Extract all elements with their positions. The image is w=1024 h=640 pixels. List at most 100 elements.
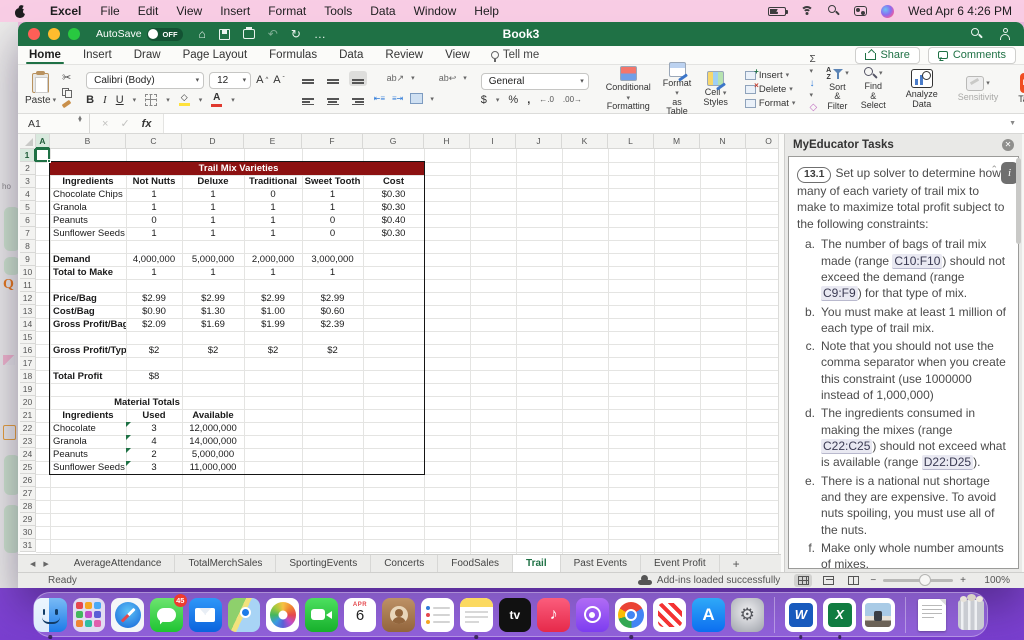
dock-launchpad-icon[interactable] (73, 598, 106, 632)
cell-F5[interactable]: 1 (302, 201, 363, 214)
align-top-button[interactable] (299, 71, 317, 86)
analyze-data-button[interactable]: AnalyzeData (903, 69, 941, 109)
column-header-O[interactable]: O (746, 134, 778, 149)
home-icon[interactable]: ⌂ (199, 27, 206, 41)
dock-reminders-icon[interactable] (421, 598, 454, 632)
cell-E10[interactable]: 1 (244, 266, 302, 279)
row-header-9[interactable]: 9 (20, 253, 36, 266)
paste-button[interactable]: Paste▾ (25, 73, 56, 106)
cell-B12[interactable]: Price/Bag (50, 292, 126, 305)
cell-E9[interactable]: 2,000,000 (244, 253, 302, 266)
cell-B6[interactable]: Peanuts (50, 214, 126, 227)
row-header-30[interactable]: 30 (20, 526, 36, 539)
sheet-tab-averageattendance[interactable]: AverageAttendance (61, 555, 176, 572)
range-reference[interactable]: D22:D25 (922, 455, 973, 470)
cell-C3[interactable]: Not Nutts (126, 175, 182, 188)
row-header-27[interactable]: 27 (20, 487, 36, 500)
selected-cell-A1[interactable] (35, 148, 50, 162)
fill-handle[interactable] (47, 159, 51, 163)
redo-icon[interactable]: ↻ (291, 27, 301, 41)
cell-C5[interactable]: 1 (126, 201, 182, 214)
cell-D3[interactable]: Deluxe (182, 175, 244, 188)
ribbon-tab-page-layout[interactable]: Page Layout (172, 46, 259, 64)
cell-D14[interactable]: $1.69 (182, 318, 244, 331)
ribbon-tab-formulas[interactable]: Formulas (258, 46, 328, 64)
cell-B14[interactable]: Gross Profit/Bag (50, 318, 126, 331)
row-header-31[interactable]: 31 (20, 539, 36, 552)
align-middle-button[interactable] (324, 71, 342, 86)
sheet-tab-event-profit[interactable]: Event Profit (641, 555, 720, 572)
cell-E13[interactable]: $1.00 (244, 305, 302, 318)
ribbon-tab-view[interactable]: View (434, 46, 481, 64)
row-header-16[interactable]: 16 (20, 344, 36, 357)
cell-C25[interactable]: 3 (126, 461, 182, 474)
menu-item-edit[interactable]: Edit (129, 4, 168, 18)
cell-E6[interactable]: 1 (244, 214, 302, 227)
borders-button[interactable] (145, 94, 157, 106)
prev-sheet-icon[interactable]: ◀ (30, 560, 35, 568)
row-header-5[interactable]: 5 (20, 201, 36, 214)
column-header-C[interactable]: C (126, 134, 182, 149)
row-header-14[interactable]: 14 (20, 318, 36, 331)
cell-E3[interactable]: Traditional (244, 175, 302, 188)
menu-item-excel[interactable]: Excel (40, 4, 91, 18)
cell-B24[interactable]: Peanuts (50, 448, 126, 461)
cell-F9[interactable]: 3,000,000 (302, 253, 363, 266)
increase-font-button[interactable]: A^ (256, 74, 268, 86)
increase-indent-button[interactable]: ≡⇥ (392, 94, 403, 103)
cell-F16[interactable]: $2 (302, 344, 363, 357)
name-box-stepper[interactable]: ▲▼ (77, 117, 83, 124)
row-header-29[interactable]: 29 (20, 513, 36, 526)
column-header-G[interactable]: G (363, 134, 424, 149)
range-reference[interactable]: C10:F10 (892, 254, 942, 269)
page-break-view-button[interactable] (844, 574, 862, 587)
cell-B18[interactable]: Total Profit (50, 370, 126, 383)
row-header-12[interactable]: 12 (20, 292, 36, 305)
cell-D9[interactable]: 5,000,000 (182, 253, 244, 266)
dock-facetime-icon[interactable] (305, 598, 338, 632)
align-right-button[interactable] (349, 90, 367, 108)
format-as-table-button[interactable]: Format ▾as Table (660, 62, 695, 117)
cell-styles-button[interactable]: Cell ▾Styles (700, 71, 731, 107)
font-name-select[interactable]: Calibri (Body) (86, 72, 204, 89)
cell-D10[interactable]: 1 (182, 266, 244, 279)
range-reference[interactable]: C22:C25 (821, 439, 872, 454)
dock-contacts-icon[interactable] (382, 598, 415, 632)
row-header-7[interactable]: 7 (20, 227, 36, 240)
row-header-26[interactable]: 26 (20, 474, 36, 487)
cell-F4[interactable]: 1 (302, 188, 363, 201)
italic-button[interactable]: I (103, 94, 107, 106)
column-header-B[interactable]: B (50, 134, 126, 149)
cell-F3[interactable]: Sweet Tooth (302, 175, 363, 188)
undo-icon[interactable]: ↶ (268, 27, 278, 41)
name-box[interactable]: A1 ▲▼ (18, 114, 90, 133)
control-center-icon[interactable] (854, 6, 867, 16)
add-sheet-button[interactable]: + (720, 555, 753, 572)
print-icon[interactable] (243, 29, 255, 39)
dock-photos-icon[interactable] (266, 598, 299, 632)
dock-music-icon[interactable]: ♪ (537, 598, 570, 632)
currency-button[interactable]: $ (481, 94, 487, 106)
cell-F12[interactable]: $2.99 (302, 292, 363, 305)
wifi-icon[interactable] (800, 6, 814, 16)
cell-D24[interactable]: 5,000,000 (182, 448, 244, 461)
cell-G5[interactable]: $0.30 (363, 201, 424, 214)
spotlight-search-icon[interactable] (828, 5, 840, 17)
zoom-slider-knob[interactable] (919, 574, 931, 586)
dock-word-icon[interactable]: W (785, 598, 818, 632)
sheet-tab-concerts[interactable]: Concerts (371, 555, 438, 572)
account-icon[interactable] (999, 28, 1012, 40)
row-header-15[interactable]: 15 (20, 331, 36, 344)
cell-C21[interactable]: Used (126, 409, 182, 422)
row-header-19[interactable]: 19 (20, 383, 36, 396)
font-color-button[interactable]: A (211, 93, 222, 107)
minimize-window-button[interactable] (48, 28, 60, 40)
cell-B3[interactable]: Ingredients (50, 175, 126, 188)
dock-news-icon[interactable] (653, 598, 686, 632)
cut-button[interactable]: ✂ (62, 73, 72, 84)
cell-B4[interactable]: Chocolate Chips (50, 188, 126, 201)
dock-safari-icon[interactable] (111, 598, 144, 632)
fill-color-button[interactable]: ◇ (179, 93, 190, 106)
number-format-select[interactable]: General (481, 73, 589, 90)
cell-D6[interactable]: 1 (182, 214, 244, 227)
